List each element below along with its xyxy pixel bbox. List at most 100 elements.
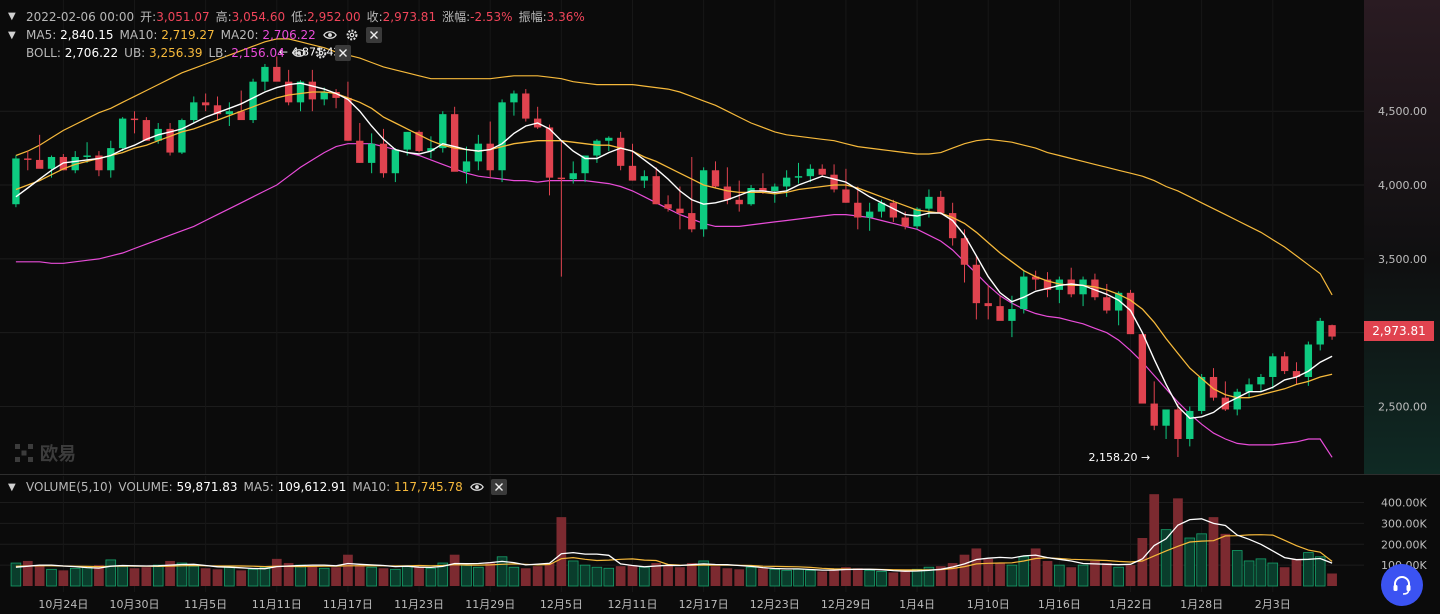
volume-bar: [971, 548, 982, 586]
lb-value: 2,156.04: [231, 46, 285, 60]
candle: [1138, 332, 1147, 404]
support-button[interactable]: [1381, 564, 1423, 606]
last-price-tag: 2,973.81: [1364, 321, 1434, 341]
caret-down-icon[interactable]: ▼: [8, 482, 20, 493]
volume-bar: [117, 565, 128, 587]
volume-bar: [1101, 563, 1112, 586]
volume-bar: [1327, 573, 1337, 586]
gear-icon[interactable]: [313, 45, 329, 61]
volume-bar: [354, 565, 365, 586]
amplitude-value: 3.36%: [546, 10, 585, 24]
ma5-value: 2,840.15: [60, 28, 114, 42]
ub-value: 3,256.39: [149, 46, 203, 60]
volume-bar: [876, 570, 887, 587]
volume-readout: ▼ VOLUME(5,10) VOLUME: 59,871.83 MA5: 10…: [8, 479, 507, 495]
time-tick-label: 10月30日: [110, 598, 160, 611]
time-tick-label: 1月28日: [1180, 598, 1223, 611]
volume-bar: [1291, 558, 1302, 586]
candle: [522, 89, 530, 122]
ma10-value: 2,719.27: [161, 28, 215, 42]
volume-bar: [1030, 548, 1041, 586]
volume-bar: [401, 565, 413, 587]
close-icon[interactable]: [490, 479, 507, 495]
low-value: 2,952.00: [307, 10, 361, 24]
volume-bar: [710, 566, 721, 586]
volume-tick-label: 200.00K: [1381, 538, 1427, 551]
volume-bar: [188, 565, 200, 587]
candle: [450, 106, 459, 172]
volume-bar: [307, 566, 318, 586]
volume-bar: [212, 569, 223, 586]
okx-logo-icon: [15, 444, 33, 462]
volume-bar: [236, 570, 247, 586]
time-tick-label: 12月29日: [821, 598, 871, 611]
candle: [699, 167, 708, 237]
eye-icon[interactable]: [469, 479, 485, 495]
volume-bar: [318, 567, 330, 587]
volume-bar: [722, 568, 733, 586]
volume-bar: [817, 571, 828, 586]
close-icon[interactable]: [334, 45, 351, 61]
volume-bar: [675, 567, 685, 586]
volume-bar: [663, 565, 673, 586]
close-icon[interactable]: [365, 27, 382, 43]
high-value: 3,054.60: [231, 10, 286, 24]
volume-bar: [627, 565, 638, 586]
watermark-text: 欧易: [40, 444, 76, 465]
price-annotation: 2,158.20 →: [1089, 451, 1151, 464]
price-tick-label: 2,500.00: [1378, 401, 1427, 414]
volume-bar: [331, 567, 341, 586]
time-tick-label: 1月22日: [1109, 598, 1152, 611]
candle: [249, 78, 257, 124]
gear-icon[interactable]: [344, 27, 360, 43]
volume-bar: [34, 566, 45, 586]
volume-bar: [508, 566, 520, 587]
eye-icon[interactable]: [291, 45, 307, 61]
volume-bar: [852, 568, 863, 586]
caret-down-icon[interactable]: ▼: [8, 11, 20, 22]
candle: [118, 117, 127, 152]
volume-bar: [200, 568, 211, 586]
volume-bar: [129, 568, 140, 586]
chart-canvas[interactable]: ← 4,871.422,158.20 → 4,500.004,000.003,5…: [0, 0, 1440, 614]
volume-bar: [69, 567, 81, 587]
volume-bar: [22, 560, 33, 586]
boll-value: 2,706.22: [64, 46, 119, 60]
volume-bar: [1173, 498, 1183, 586]
volume-bar: [1220, 533, 1231, 586]
time-tick-label: 12月23日: [750, 598, 800, 611]
volume-bar: [224, 566, 235, 587]
time-tick-label: 1月16日: [1038, 598, 1081, 611]
volume-bar: [567, 560, 579, 587]
open-value: 3,051.07: [156, 10, 210, 24]
time-tick-label: 10月24日: [38, 598, 88, 611]
time-tick-label: 1月4日: [899, 598, 935, 611]
time-tick-label: 12月17日: [679, 598, 729, 611]
volume-ma10-value: 117,745.78: [394, 480, 463, 494]
volume-bar: [745, 566, 757, 587]
volume-bar: [1113, 566, 1124, 587]
volume-bar: [1006, 564, 1018, 587]
volume-bar: [414, 567, 424, 586]
time-tick-label: 12月5日: [540, 598, 583, 611]
time-tick-label: 11月5日: [184, 598, 227, 611]
volume-bar: [603, 567, 615, 587]
volume-bar: [805, 569, 816, 587]
candle: [747, 185, 755, 206]
volume-bar: [1255, 558, 1267, 587]
volume-bar: [366, 566, 377, 587]
volume-bar: [1054, 564, 1065, 587]
ma20-value: 2,706.22: [262, 28, 316, 42]
caret-down-icon[interactable]: ▼: [8, 30, 20, 41]
volume-ma5-value: 109,612.91: [277, 480, 347, 494]
candle: [142, 117, 151, 141]
volume-bar: [734, 569, 745, 586]
volume-bar: [1303, 552, 1314, 587]
volume-bar: [295, 564, 306, 587]
volume-bar: [900, 571, 911, 586]
volume-bar: [793, 568, 804, 587]
volume-bar: [544, 563, 555, 586]
headset-icon: [1393, 576, 1411, 595]
close-value: 2,973.81: [382, 10, 437, 24]
eye-icon[interactable]: [322, 27, 338, 43]
